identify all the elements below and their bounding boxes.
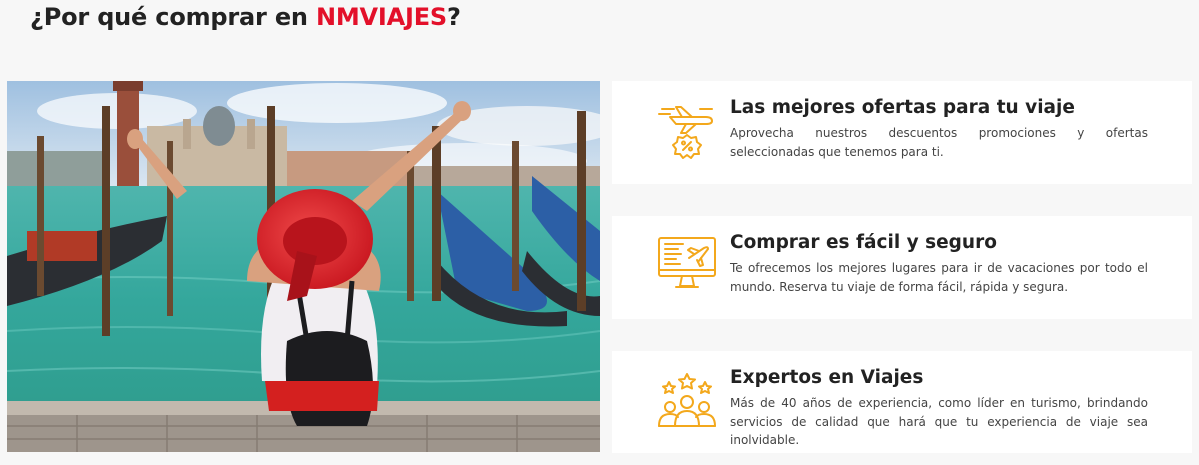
heading-prefix: ¿Por qué comprar en: [30, 3, 316, 31]
experts-stars-icon: [656, 371, 718, 433]
heading-brand: NMVIAJES: [315, 3, 447, 31]
feature-description: Aprovecha nuestros descuentos promocione…: [730, 126, 1148, 159]
feature-title: Comprar es fácil y seguro: [730, 232, 997, 253]
monitor-airplane-icon: [656, 232, 718, 294]
feature-description: Más de 40 años de experiencia, como líde…: [730, 396, 1148, 447]
section-heading: ¿Por qué comprar en NMVIAJES?: [30, 3, 461, 31]
venice-traveler-photo: [7, 81, 600, 452]
feature-card-experts: Expertos en Viajes Más de 40 años de exp…: [612, 351, 1192, 453]
why-buy-section: ¿Por qué comprar en NMVIAJES? Las mejore…: [0, 0, 1199, 465]
airplane-discount-icon: [656, 97, 718, 159]
feature-card-secure: Comprar es fácil y seguro Te ofrecemos l…: [612, 216, 1192, 319]
feature-title: Las mejores ofertas para tu viaje: [730, 97, 1075, 118]
heading-suffix: ?: [447, 3, 461, 31]
feature-title: Expertos en Viajes: [730, 367, 924, 388]
feature-card-offers: Las mejores ofertas para tu viaje Aprove…: [612, 81, 1192, 184]
feature-description: Te ofrecemos los mejores lugares para ir…: [730, 261, 1148, 294]
